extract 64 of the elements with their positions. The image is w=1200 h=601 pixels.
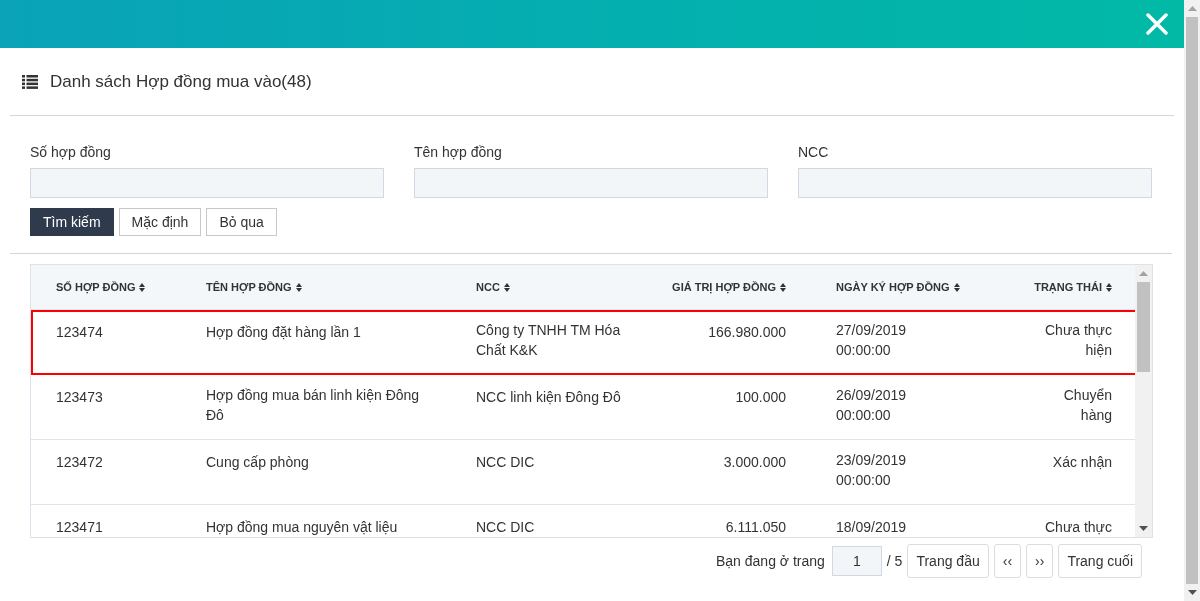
close-icon[interactable] bbox=[1146, 13, 1168, 35]
table-cell-text: Chưa thực bbox=[1045, 518, 1112, 537]
table-cell-text: NCC DIC bbox=[476, 453, 535, 472]
search-button[interactable]: Tìm kiếm bbox=[30, 208, 114, 236]
list-icon bbox=[22, 74, 38, 89]
sort-icon[interactable] bbox=[953, 282, 960, 292]
sort-icon[interactable] bbox=[295, 282, 302, 292]
page-button[interactable]: Trang đầu bbox=[907, 544, 989, 578]
table-cell-text: NCC linh kiện Đông Đô bbox=[476, 388, 621, 407]
column-header[interactable]: TRẠNG THÁI bbox=[1034, 278, 1102, 296]
table-cell-text: Công ty TNHH TM Hóa Chất K&K bbox=[476, 321, 622, 360]
table-cell-text: 166.980.000 bbox=[708, 323, 786, 342]
page-button[interactable]: ›› bbox=[1026, 544, 1054, 578]
sort-icon[interactable] bbox=[139, 282, 146, 292]
table-cell-text: 23/09/2019 00:00:00 bbox=[836, 451, 908, 490]
scroll-down-icon[interactable] bbox=[1187, 590, 1197, 595]
field-label: Tên hợp đồng bbox=[414, 144, 503, 160]
table-cell-text: 27/09/2019 00:00:00 bbox=[836, 321, 908, 360]
action-button[interactable]: Bỏ qua bbox=[206, 208, 277, 236]
column-header[interactable]: NGÀY KÝ HỢP ĐỒNG bbox=[836, 278, 950, 296]
table-cell-text: Hợp đồng đặt hàng lần 1 bbox=[206, 323, 361, 342]
input-field[interactable] bbox=[414, 168, 768, 198]
scroll-thumb[interactable] bbox=[1137, 282, 1150, 372]
page-title: Danh sách Hợp đồng mua vào(48) bbox=[50, 70, 312, 93]
column-header[interactable]: GIÁ TRỊ HỢP ĐỒNG bbox=[672, 278, 776, 296]
sort-icon[interactable] bbox=[780, 282, 786, 292]
table-cell-text: NCC DIC bbox=[476, 518, 535, 537]
input-field[interactable] bbox=[798, 168, 1152, 198]
page-input[interactable]: 1 bbox=[831, 546, 882, 576]
table-cell-text: 123471 bbox=[56, 518, 103, 537]
table-scrollbar[interactable] bbox=[1135, 265, 1152, 537]
table-cell-text: Hợp đồng mua bán linh kiện Đông Đô bbox=[206, 386, 421, 425]
scroll-up-icon[interactable] bbox=[1187, 6, 1197, 11]
page-button[interactable]: ‹‹ bbox=[993, 544, 1022, 578]
column-header[interactable]: NCC bbox=[476, 278, 500, 296]
page-total: / 5 bbox=[886, 551, 903, 571]
page-button[interactable]: Trang cuối bbox=[1058, 544, 1142, 578]
page-label: Bạn đang ở trang bbox=[716, 551, 825, 571]
scroll-thumb[interactable] bbox=[1186, 17, 1198, 584]
table-cell-text: 26/09/2019 00:00:00 bbox=[836, 386, 908, 425]
scroll-up-icon[interactable] bbox=[1139, 271, 1148, 276]
page-scrollbar[interactable] bbox=[1184, 0, 1200, 601]
sort-icon[interactable] bbox=[1106, 282, 1112, 292]
table-cell-text: 3.000.000 bbox=[723, 453, 786, 472]
table-cell-text: 123473 bbox=[56, 388, 103, 407]
table-cell-text: Chuyển hàng bbox=[1062, 386, 1112, 425]
column-header[interactable]: SỐ HỢP ĐỒNG bbox=[56, 278, 136, 296]
action-button[interactable]: Mặc định bbox=[118, 208, 202, 236]
field-label: NCC bbox=[798, 144, 830, 160]
field-label: Số hợp đồng bbox=[30, 144, 112, 160]
input-field[interactable] bbox=[30, 168, 384, 198]
table-cell-text: 123472 bbox=[56, 453, 103, 472]
table-cell-text: 6.111.050 bbox=[725, 518, 786, 537]
table-cell-text: Xác nhận bbox=[1052, 453, 1112, 472]
table-row[interactable]: 123474 Hợp đồng đặt hàng lần 1 Công ty TNHH TM Hóa Chất K&K 166.980.000 27/09/2019 00:00:00 Chưa thực hiện bbox=[31, 310, 1137, 375]
table-cell-text: Hợp đồng mua nguyên vật liệu bbox=[206, 518, 398, 537]
table-cell-text: Chưa thực hiện bbox=[1044, 321, 1112, 360]
table-cell-text: 123474 bbox=[56, 323, 103, 342]
table-cell-text: 18/09/2019 bbox=[836, 518, 908, 537]
scroll-down-icon[interactable] bbox=[1139, 526, 1148, 531]
table-cell-text: Cung cấp phòng bbox=[206, 453, 309, 472]
sort-icon[interactable] bbox=[503, 282, 510, 292]
column-header[interactable]: TÊN HỢP ĐỒNG bbox=[206, 278, 292, 296]
table-cell-text: 100.000 bbox=[735, 388, 786, 407]
